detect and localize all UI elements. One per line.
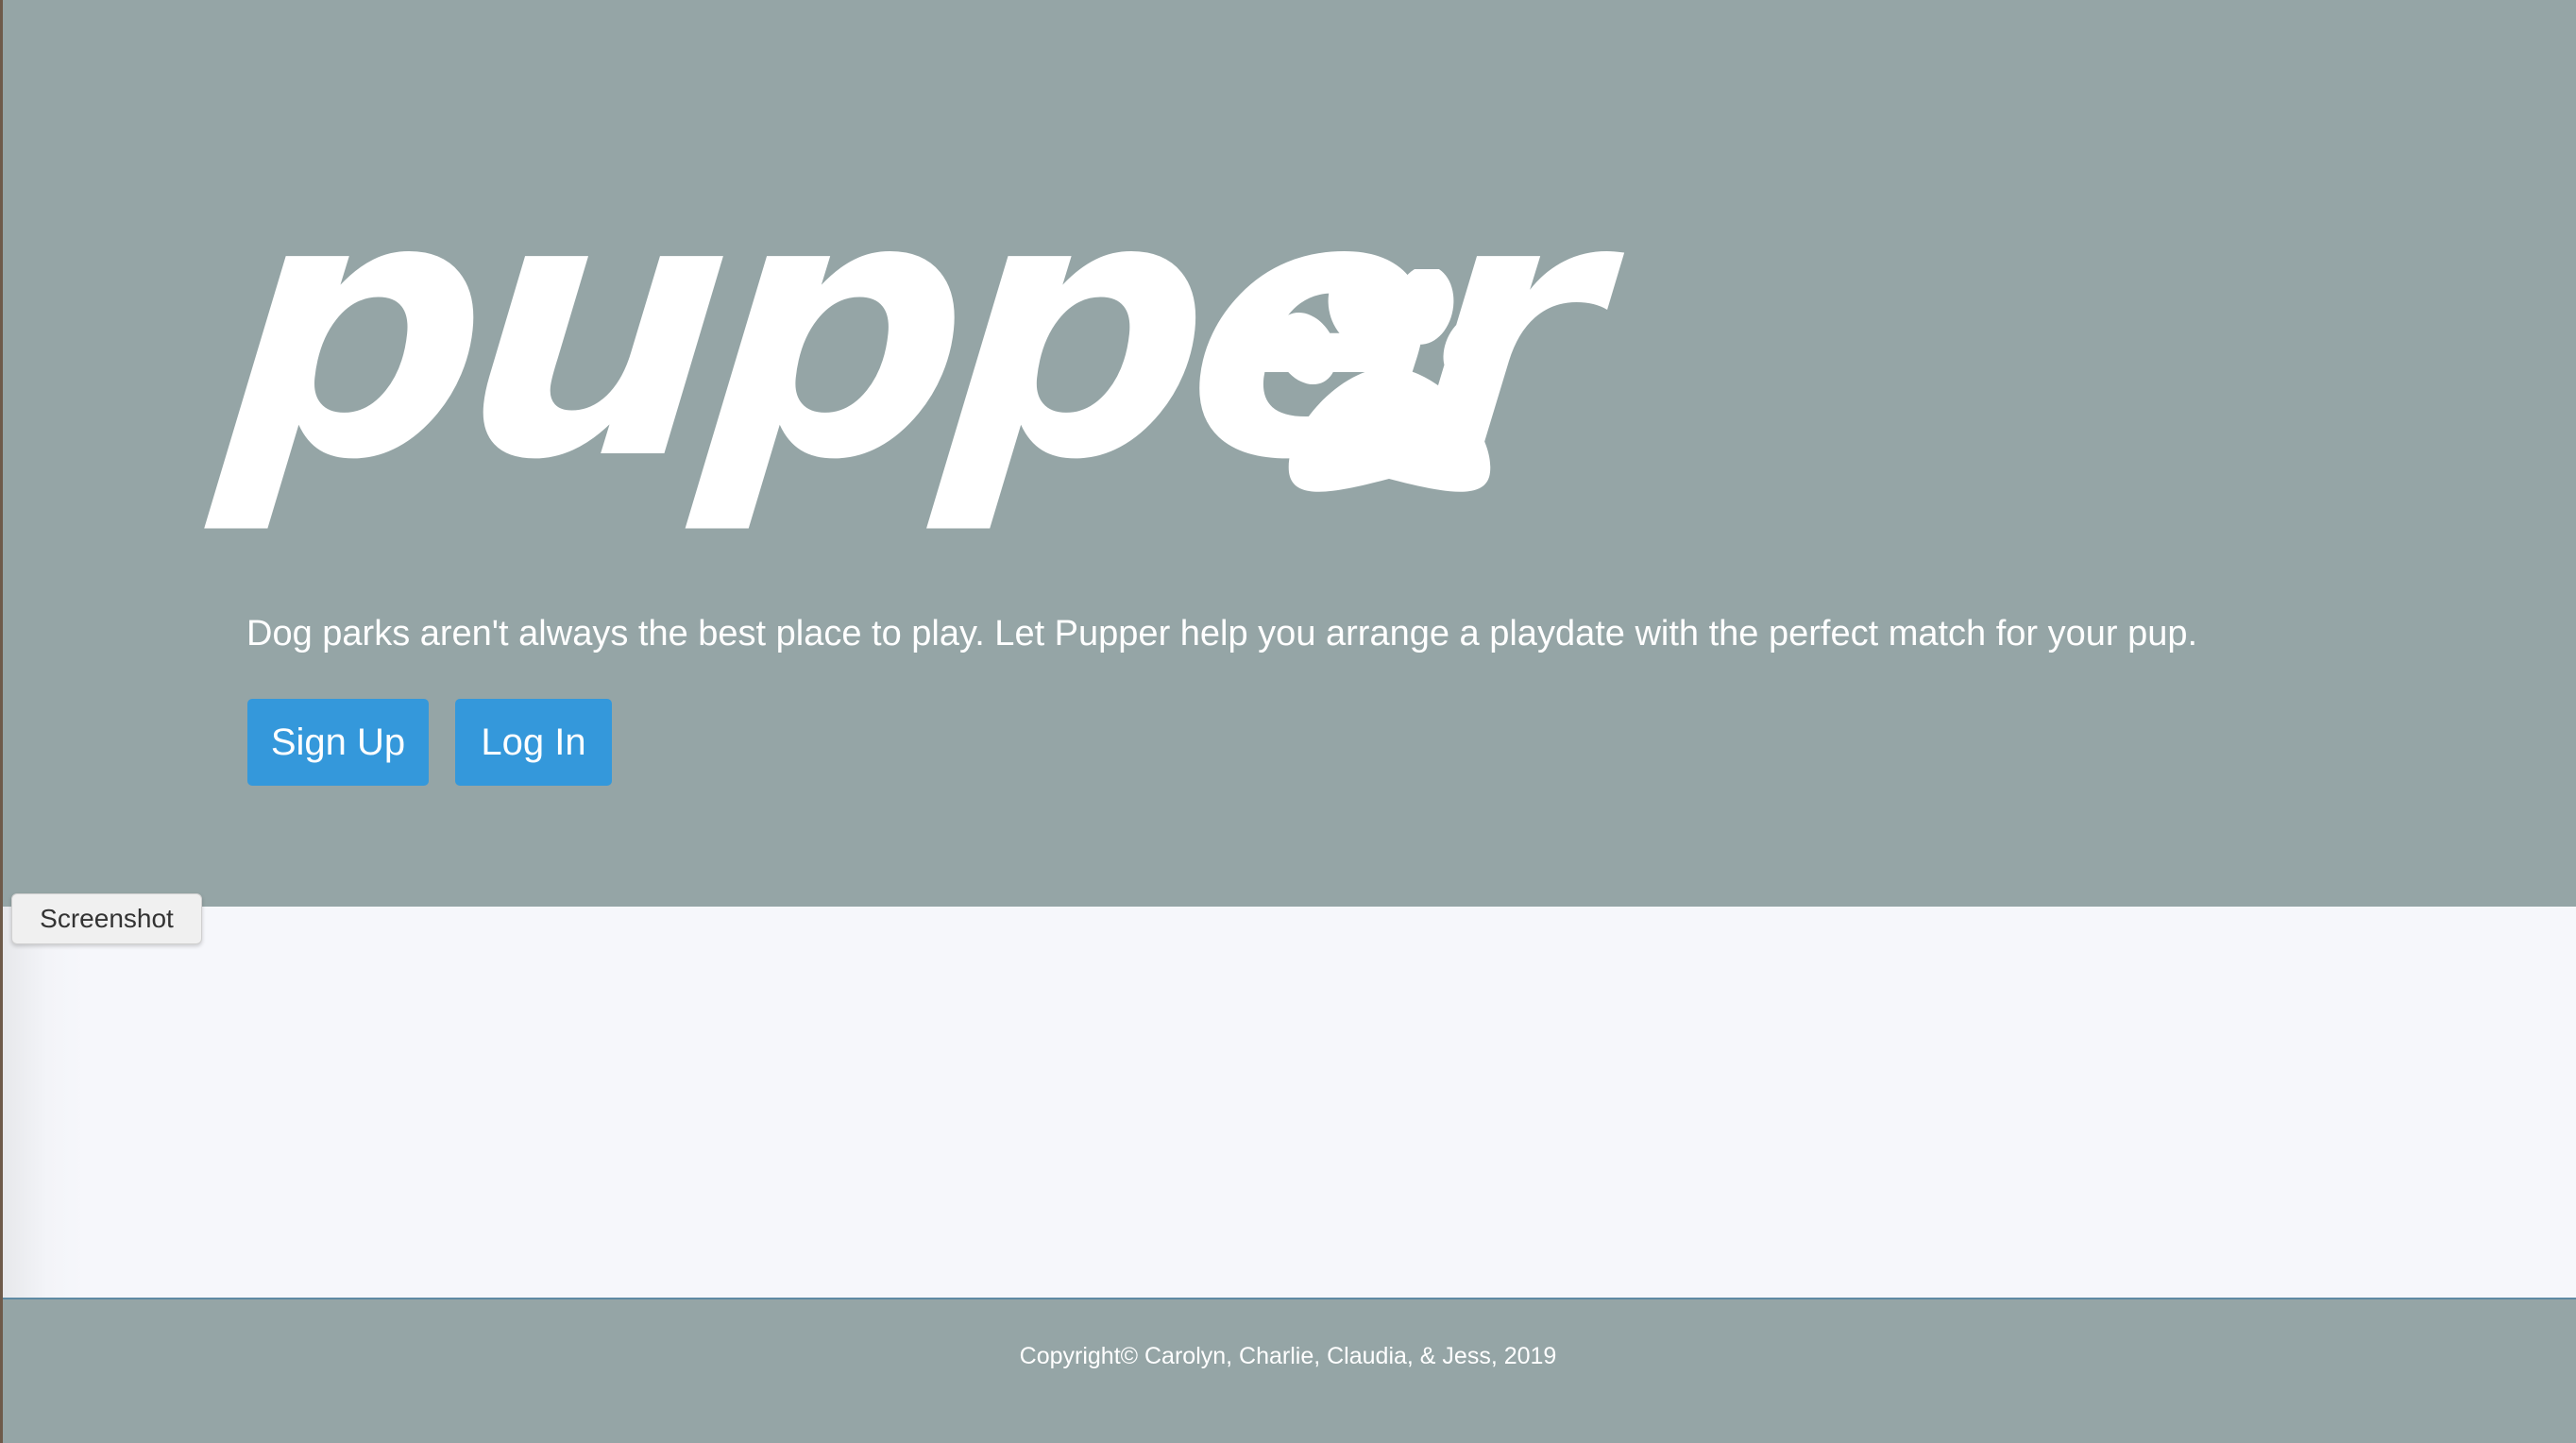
sign-up-button[interactable]: Sign Up [247, 699, 429, 786]
footer: Copyright© Carolyn, Charlie, Claudia, & … [0, 1298, 2576, 1443]
hero-section: pupper Dog parks aren't always the best … [0, 0, 2576, 907]
screenshot-button[interactable]: Screenshot [11, 893, 202, 944]
paw-icon [1275, 269, 1505, 492]
content-area [0, 907, 2576, 1298]
window-edge [0, 0, 3, 1443]
tagline: Dog parks aren't always the best place t… [246, 614, 2198, 654]
copyright-text: Copyright© Carolyn, Charlie, Claudia, & … [1019, 1343, 1557, 1369]
log-in-button[interactable]: Log In [455, 699, 612, 786]
